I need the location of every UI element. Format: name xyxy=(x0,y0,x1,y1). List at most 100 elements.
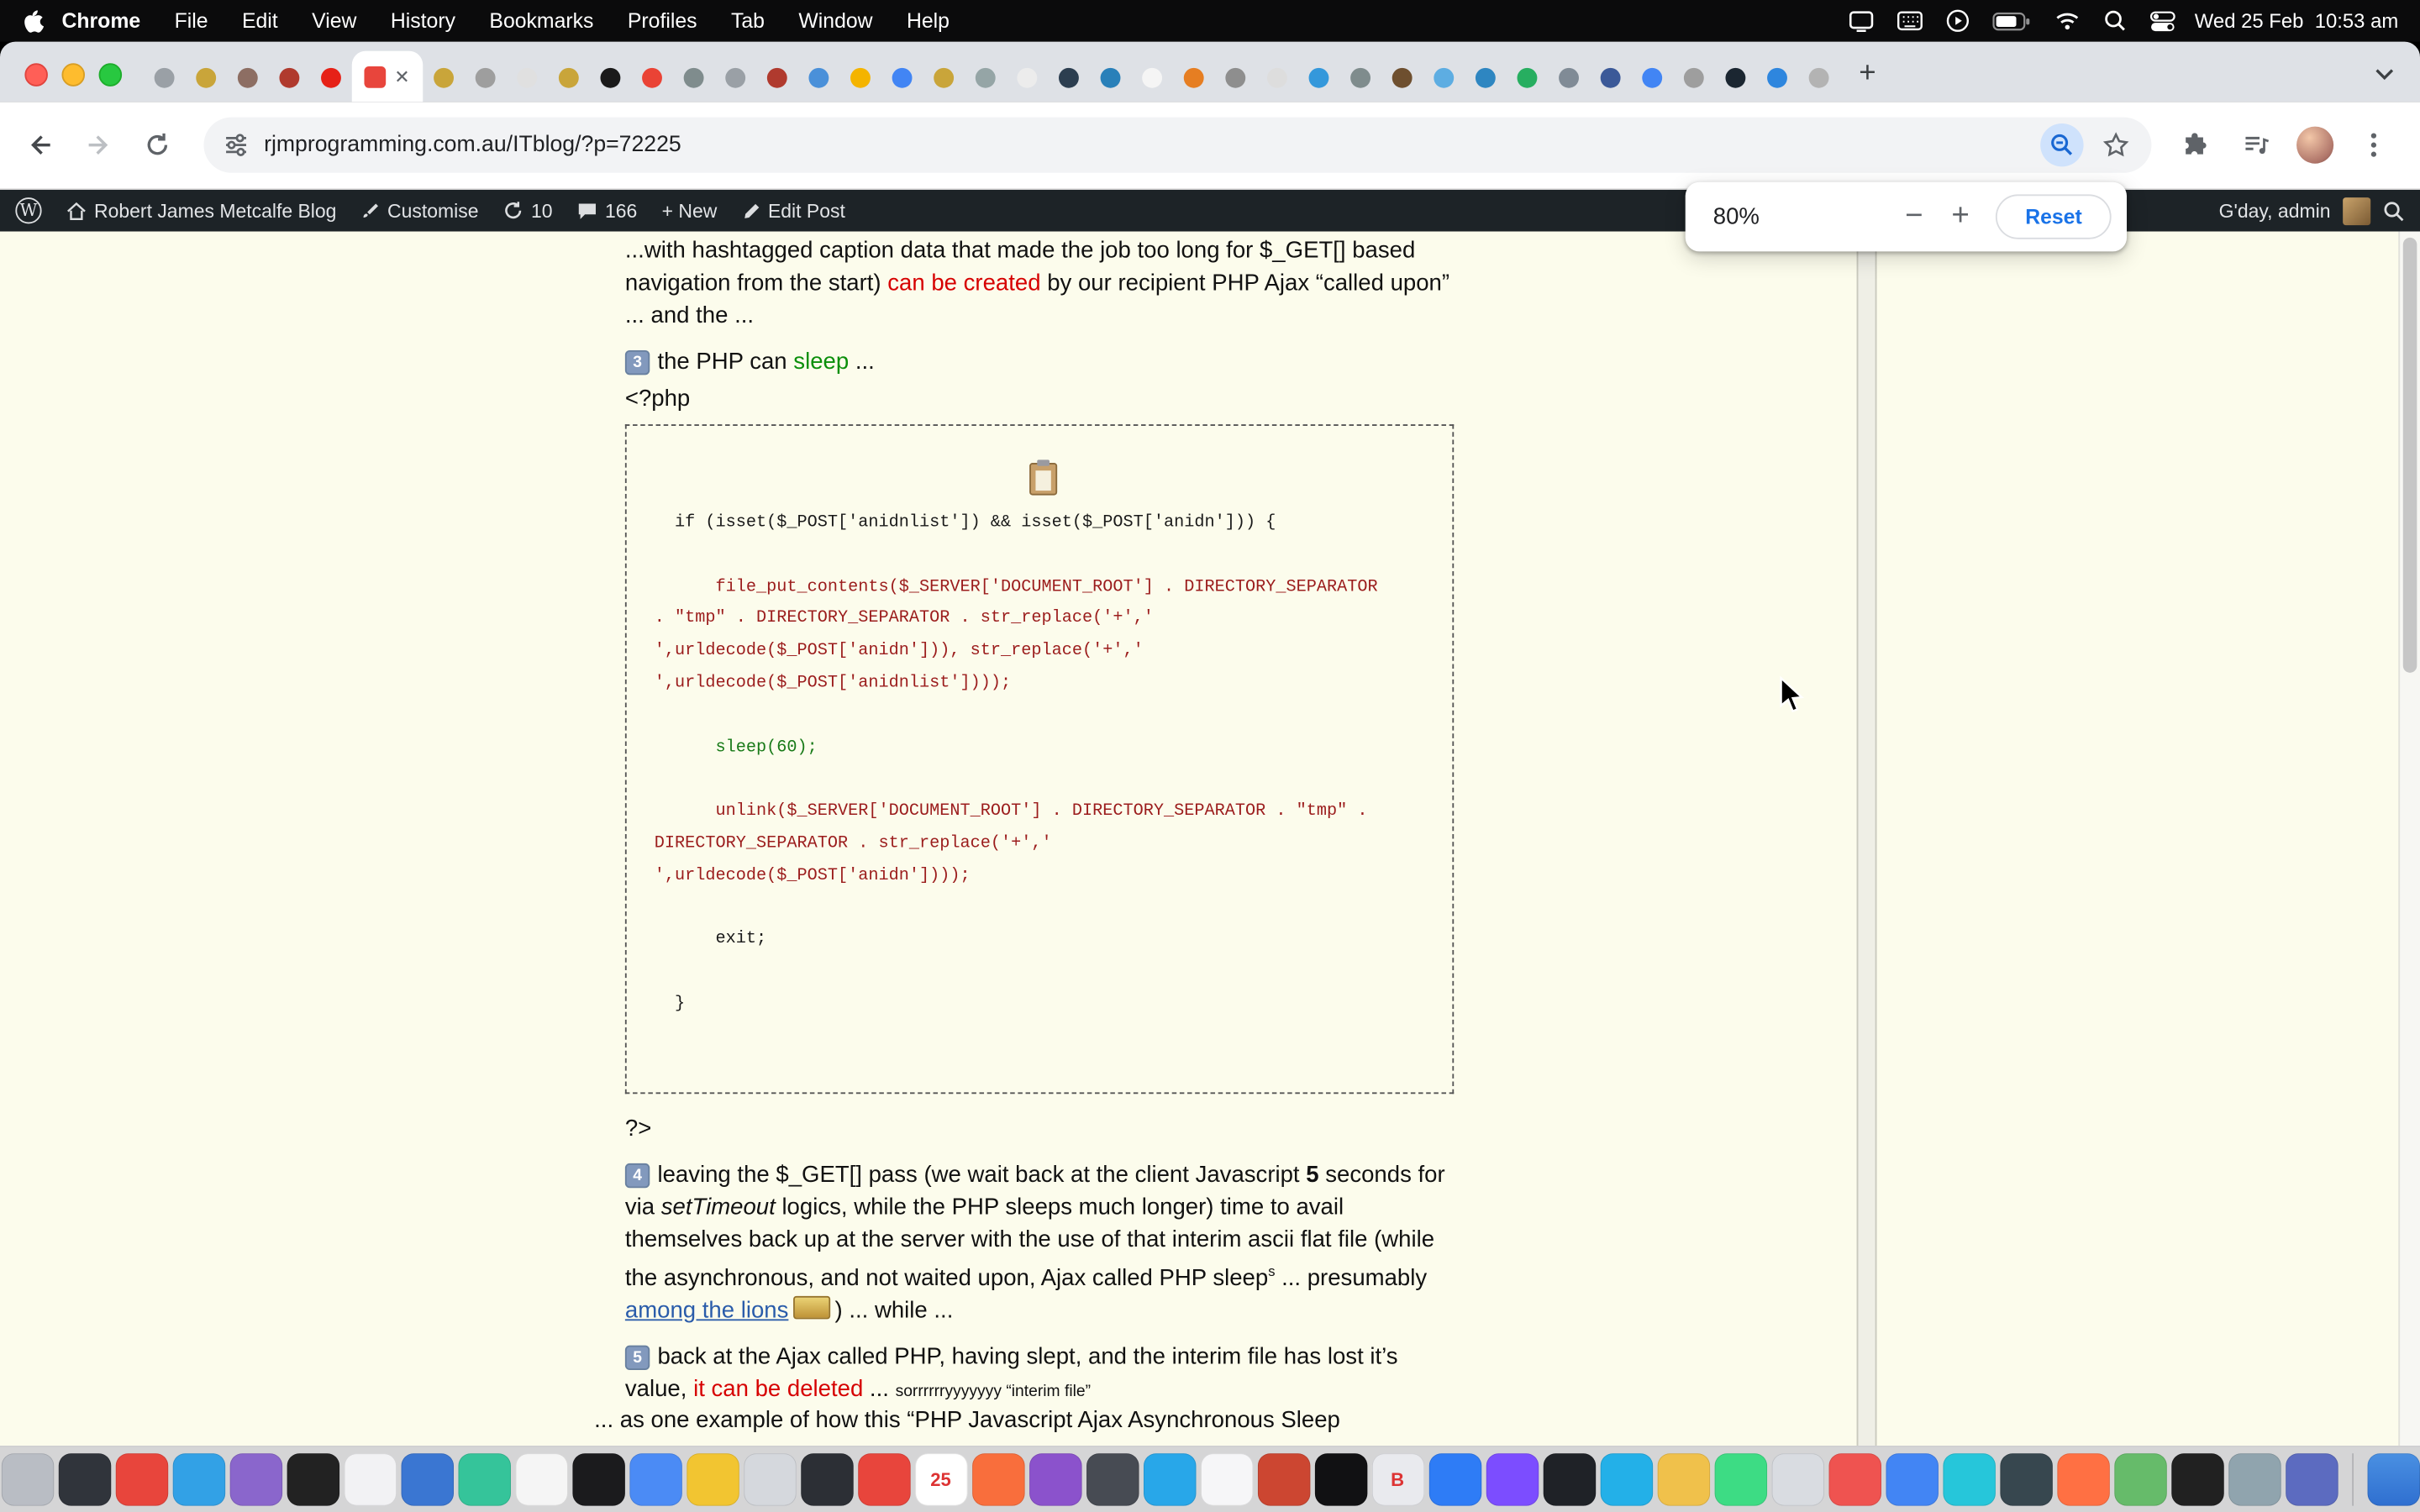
dock-app-icon[interactable] xyxy=(287,1453,339,1505)
dock-chrome-icon[interactable] xyxy=(1886,1453,1938,1505)
browser-tab[interactable] xyxy=(185,54,227,102)
menu-app-name[interactable]: Chrome xyxy=(61,9,140,33)
dock-app-icon[interactable] xyxy=(629,1453,681,1505)
wp-logo-menu[interactable]: W xyxy=(15,197,41,223)
inner-scrollbar[interactable] xyxy=(1857,232,1877,1446)
dock-app-icon[interactable] xyxy=(115,1453,167,1505)
dock-app-icon[interactable] xyxy=(1714,1453,1766,1505)
spotlight-search-icon[interactable] xyxy=(2103,9,2127,33)
menu-item[interactable]: History xyxy=(391,9,455,33)
zoom-reset-button[interactable]: Reset xyxy=(1996,194,2111,239)
menu-item[interactable]: Tab xyxy=(731,9,765,33)
forward-button[interactable] xyxy=(74,120,124,170)
browser-tab[interactable] xyxy=(1298,54,1340,102)
dock-app-icon[interactable] xyxy=(1200,1453,1252,1505)
browser-tab[interactable] xyxy=(1381,54,1423,102)
dock-app-icon[interactable] xyxy=(2285,1453,2337,1505)
dock-app-icon[interactable]: B xyxy=(1371,1453,1423,1505)
dock-app-icon[interactable] xyxy=(2113,1453,2165,1505)
browser-tab[interactable] xyxy=(548,54,590,102)
dock-app-icon[interactable] xyxy=(2228,1453,2280,1505)
browser-scrollbar[interactable] xyxy=(2398,232,2420,1446)
profile-avatar[interactable] xyxy=(2296,127,2333,164)
play-status-icon[interactable] xyxy=(1946,9,1970,33)
wifi-icon[interactable] xyxy=(2054,11,2081,31)
dock-app-icon[interactable] xyxy=(172,1453,224,1505)
dock-calendar-icon[interactable]: 25 xyxy=(914,1453,966,1505)
battery-icon[interactable] xyxy=(1992,10,2031,32)
menu-item[interactable]: Profiles xyxy=(628,9,697,33)
browser-tab[interactable] xyxy=(1090,54,1132,102)
dock-app-icon[interactable] xyxy=(1,1453,53,1505)
omnibox[interactable]: rjmprogramming.com.au/ITblog/?p=72225 xyxy=(203,118,2151,173)
menu-item[interactable]: Bookmarks xyxy=(489,9,593,33)
dock-app-icon[interactable] xyxy=(58,1453,110,1505)
dock-app-icon[interactable] xyxy=(1828,1453,1881,1505)
dock-app-icon[interactable] xyxy=(1086,1453,1138,1505)
apple-logo-icon[interactable] xyxy=(22,8,45,34)
browser-tab[interactable] xyxy=(1131,54,1173,102)
back-button[interactable] xyxy=(15,120,65,170)
browser-tab[interactable] xyxy=(227,54,269,102)
dock-app-icon[interactable] xyxy=(515,1453,567,1505)
media-controls-icon[interactable] xyxy=(2233,122,2280,168)
menu-item[interactable]: Edit xyxy=(242,9,278,33)
menu-item[interactable]: View xyxy=(312,9,356,33)
adminbar-site-name[interactable]: Robert James Metcalfe Blog xyxy=(66,200,336,222)
dock-app-icon[interactable] xyxy=(743,1453,795,1505)
new-tab-button[interactable]: + xyxy=(1846,52,1889,95)
dock-app-icon[interactable] xyxy=(1771,1453,1823,1505)
browser-tab[interactable] xyxy=(798,54,840,102)
dock-app-icon[interactable] xyxy=(572,1453,624,1505)
dock-app-icon[interactable] xyxy=(344,1453,396,1505)
adminbar-customise[interactable]: Customise xyxy=(361,200,479,222)
extensions-puzzle-icon[interactable] xyxy=(2171,122,2217,168)
zoom-indicator-icon[interactable] xyxy=(2040,123,2083,166)
bookmark-star-icon[interactable] xyxy=(2093,122,2139,168)
menu-item[interactable]: Help xyxy=(907,9,950,33)
zoom-out-button[interactable]: − xyxy=(1891,194,1937,240)
dock-app-icon[interactable] xyxy=(1543,1453,1595,1505)
browser-tab[interactable] xyxy=(1798,54,1840,102)
browser-tab[interactable] xyxy=(590,54,632,102)
adminbar-edit-post[interactable]: Edit Post xyxy=(742,200,845,222)
browser-tab[interactable] xyxy=(673,54,715,102)
browser-tab[interactable] xyxy=(1548,54,1590,102)
dock-app-icon[interactable] xyxy=(1486,1453,1538,1505)
dock-app-icon[interactable] xyxy=(1943,1453,1995,1505)
dock-app-icon[interactable] xyxy=(1314,1453,1366,1505)
browser-tab[interactable] xyxy=(1590,54,1632,102)
browser-tab[interactable] xyxy=(1007,54,1049,102)
menu-item[interactable]: File xyxy=(175,9,208,33)
close-window-button[interactable] xyxy=(24,63,48,87)
dock-app-icon[interactable] xyxy=(1257,1453,1309,1505)
dock-app-icon[interactable] xyxy=(1028,1453,1081,1505)
dock-app-icon[interactable] xyxy=(2056,1453,2108,1505)
dock-app-icon[interactable] xyxy=(1143,1453,1195,1505)
adminbar-updates[interactable]: 10 xyxy=(503,200,553,222)
browser-tab[interactable] xyxy=(423,54,465,102)
dock-downloads-icon[interactable] xyxy=(2367,1453,2419,1505)
dock-app-icon[interactable] xyxy=(1657,1453,1709,1505)
browser-tab[interactable] xyxy=(1715,54,1757,102)
browser-tab[interactable] xyxy=(1215,54,1257,102)
tab-close-icon[interactable]: ✕ xyxy=(394,67,409,86)
dock-app-icon[interactable] xyxy=(401,1453,453,1505)
browser-tab[interactable] xyxy=(1465,54,1507,102)
keyboard-icon[interactable] xyxy=(1897,11,1923,31)
browser-tab[interactable] xyxy=(631,54,673,102)
dock-app-icon[interactable] xyxy=(800,1453,852,1505)
menu-clock[interactable]: Wed 25 Feb 10:53 am xyxy=(2195,9,2398,33)
adminbar-greeting[interactable]: G'day, admin xyxy=(2219,200,2331,222)
dock-app-icon[interactable] xyxy=(229,1453,281,1505)
browser-tab[interactable] xyxy=(310,54,352,102)
among-the-lions-link[interactable]: among the lions xyxy=(625,1297,789,1323)
browser-tab[interactable] xyxy=(965,54,1007,102)
browser-tab[interactable] xyxy=(714,54,756,102)
browser-tab[interactable] xyxy=(1756,54,1798,102)
reload-button[interactable] xyxy=(133,120,182,170)
browser-tab[interactable] xyxy=(923,54,965,102)
browser-tab[interactable] xyxy=(839,54,881,102)
dock-app-icon[interactable] xyxy=(458,1453,510,1505)
browser-tab[interactable] xyxy=(1673,54,1715,102)
